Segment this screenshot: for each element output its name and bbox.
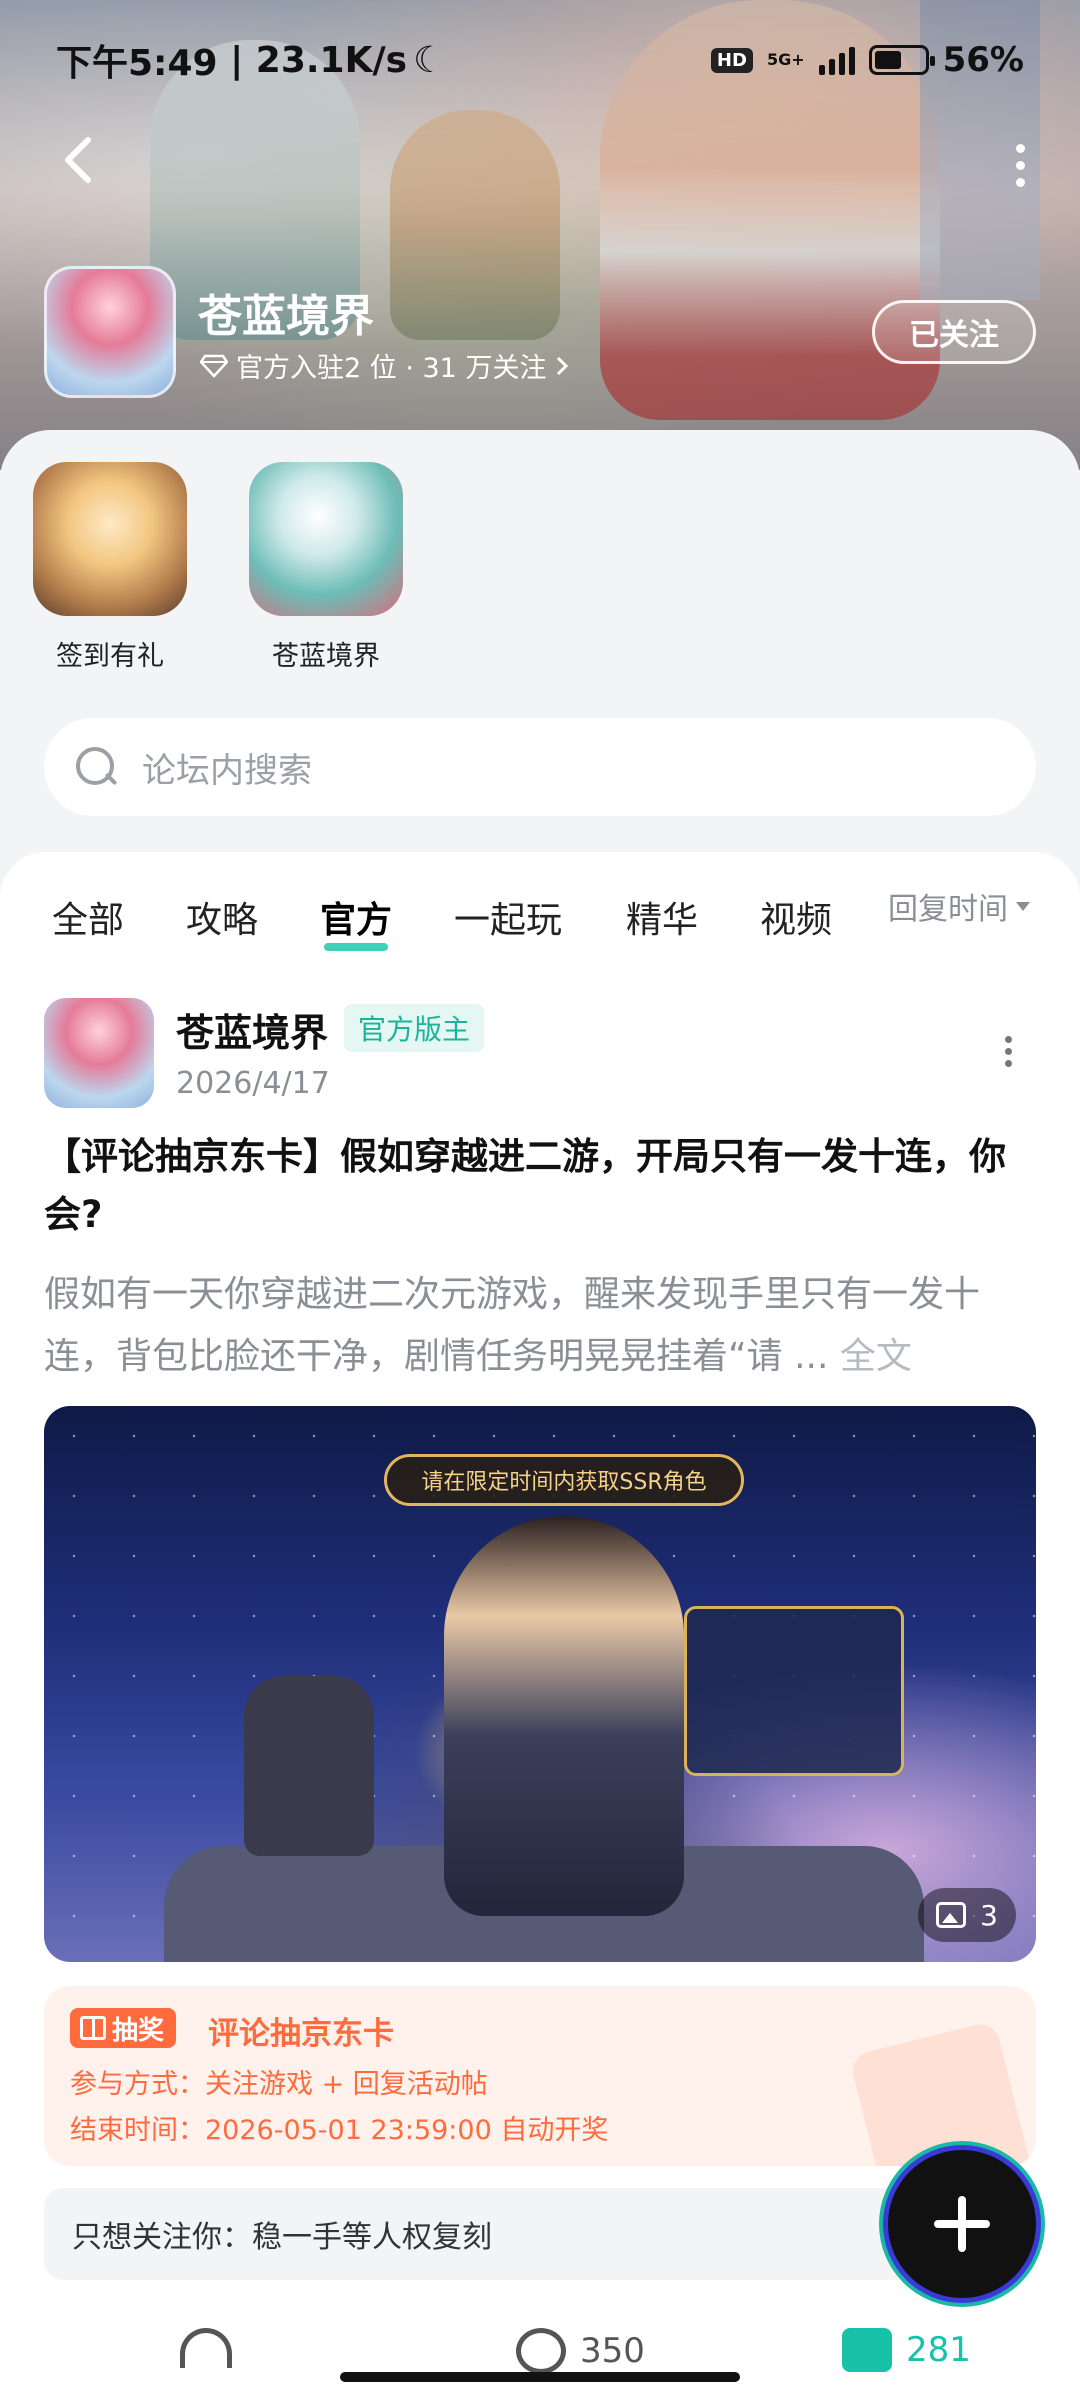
post-date: 2026/4/17 <box>176 1066 330 1101</box>
image-inventory-panel <box>684 1606 904 1776</box>
search-input[interactable]: 论坛内搜索 <box>44 718 1036 816</box>
image-backpack <box>244 1676 374 1856</box>
caret-down-icon <box>1016 901 1030 911</box>
signal-icon <box>818 45 855 75</box>
app-meta[interactable]: 官方入驻2 位 · 31 万关注 <box>200 346 570 385</box>
image-count-badge: 3 <box>918 1888 1016 1942</box>
app-icon[interactable] <box>44 266 176 398</box>
lottery-tag-label: 抽奖 <box>112 2015 165 2046</box>
tab-all[interactable]: 全部 <box>52 891 124 943</box>
search-icon <box>72 743 120 791</box>
app-meta-text: 官方入驻2 位 · 31 万关注 <box>236 353 547 384</box>
image-quest-banner: 请在限定时间内获取SSR角色 <box>384 1454 744 1506</box>
comment-button[interactable]: 350 <box>516 2328 645 2374</box>
post-excerpt[interactable]: 假如有一天你穿越进二次元游戏，醒来发现手里只有一发十连，背包比脸还干净，剧情任务… <box>44 1264 1036 1388</box>
lottery-title: 评论抽京东卡 <box>208 2016 394 2052</box>
chevron-left-icon <box>65 137 91 183</box>
quick-link-label: 签到有礼 <box>56 641 164 672</box>
share-button[interactable] <box>180 2328 232 2368</box>
share-icon <box>180 2328 232 2368</box>
plus-icon <box>934 2196 990 2252</box>
tab-featured[interactable]: 精华 <box>626 891 698 943</box>
sort-label: 回复时间 <box>888 892 1008 927</box>
quick-link-label: 苍蓝境界 <box>272 641 380 672</box>
full-text-link[interactable]: 全文 <box>840 1336 912 1377</box>
image-character <box>444 1516 684 1916</box>
tab-guides[interactable]: 攻略 <box>186 891 258 943</box>
avatar[interactable] <box>44 998 154 1108</box>
post-title[interactable]: 【评论抽京东卡】假如穿越进二游，开局只有一发十连，你会? <box>44 1128 1036 1244</box>
gift-decoration <box>848 2020 1034 2166</box>
more-dot-icon <box>1004 1036 1012 1043</box>
quick-link-checkin[interactable]: 签到有礼 <box>30 462 190 673</box>
create-post-button[interactable] <box>888 2150 1036 2298</box>
sort-dropdown[interactable]: 回复时间 <box>888 884 1030 928</box>
post-more-button[interactable] <box>998 1036 1018 1072</box>
lottery-end-time: 结束时间：2026-05-01 23:59:00 自动开奖 <box>70 2115 609 2146</box>
quick-link-game[interactable]: 苍蓝境界 <box>246 462 406 673</box>
like-button[interactable]: 281 <box>842 2328 971 2372</box>
status-net-speed: 23.1K/s <box>255 39 408 81</box>
post-actions: 350 281 <box>0 2306 1080 2376</box>
like-count: 281 <box>906 2330 971 2370</box>
checkin-image <box>33 462 187 616</box>
gift-icon <box>80 2016 106 2040</box>
lottery-tag: 抽奖 <box>70 2008 177 2048</box>
comment-icon <box>516 2328 566 2374</box>
status-time: 下午5:49 <box>56 43 218 84</box>
home-indicator[interactable] <box>340 2372 740 2382</box>
comment-count: 350 <box>580 2331 645 2371</box>
game-image <box>249 462 403 616</box>
follow-button[interactable]: 已关注 <box>872 300 1036 364</box>
lottery-card[interactable]: 抽奖 评论抽京东卡 参与方式：关注游戏 + 回复活动帖 结束时间：2026-05… <box>44 1986 1036 2166</box>
post-author[interactable]: 苍蓝境界 <box>176 1002 328 1057</box>
image-count: 3 <box>980 1898 998 1932</box>
status-bar: 下午5:49 | 23.1K/s ☾ HD 5G+ 56% <box>0 0 1080 120</box>
app-name: 苍蓝境界 <box>198 291 374 342</box>
moderator-badge: 官方版主 <box>344 1004 485 1052</box>
tab-play-together[interactable]: 一起玩 <box>454 891 562 943</box>
battery-icon <box>868 45 935 75</box>
hd-icon: HD <box>710 47 753 73</box>
thumbs-up-icon <box>842 2328 892 2372</box>
network-type: 5G+ <box>766 50 805 69</box>
moon-icon: ☾ <box>413 39 446 81</box>
quick-links: 签到有礼 苍蓝境界 <box>0 462 1080 682</box>
tab-video[interactable]: 视频 <box>760 891 832 943</box>
diamond-icon <box>200 354 228 378</box>
search-placeholder: 论坛内搜索 <box>142 750 312 791</box>
top-comment[interactable]: 只想关注你：稳一手等人权复刻 <box>44 2188 1036 2280</box>
tab-official[interactable]: 官方 <box>320 891 392 951</box>
more-dot-icon <box>1015 143 1025 153</box>
battery-level: 56% <box>942 40 1024 80</box>
image-icon <box>936 1902 967 1928</box>
post-image[interactable]: 请在限定时间内获取SSR角色 3 <box>44 1406 1036 1962</box>
lottery-method: 参与方式：关注游戏 + 回复活动帖 <box>70 2069 488 2100</box>
back-button[interactable] <box>48 130 108 190</box>
chevron-right-icon <box>557 356 569 375</box>
more-options-button[interactable] <box>1000 135 1040 195</box>
